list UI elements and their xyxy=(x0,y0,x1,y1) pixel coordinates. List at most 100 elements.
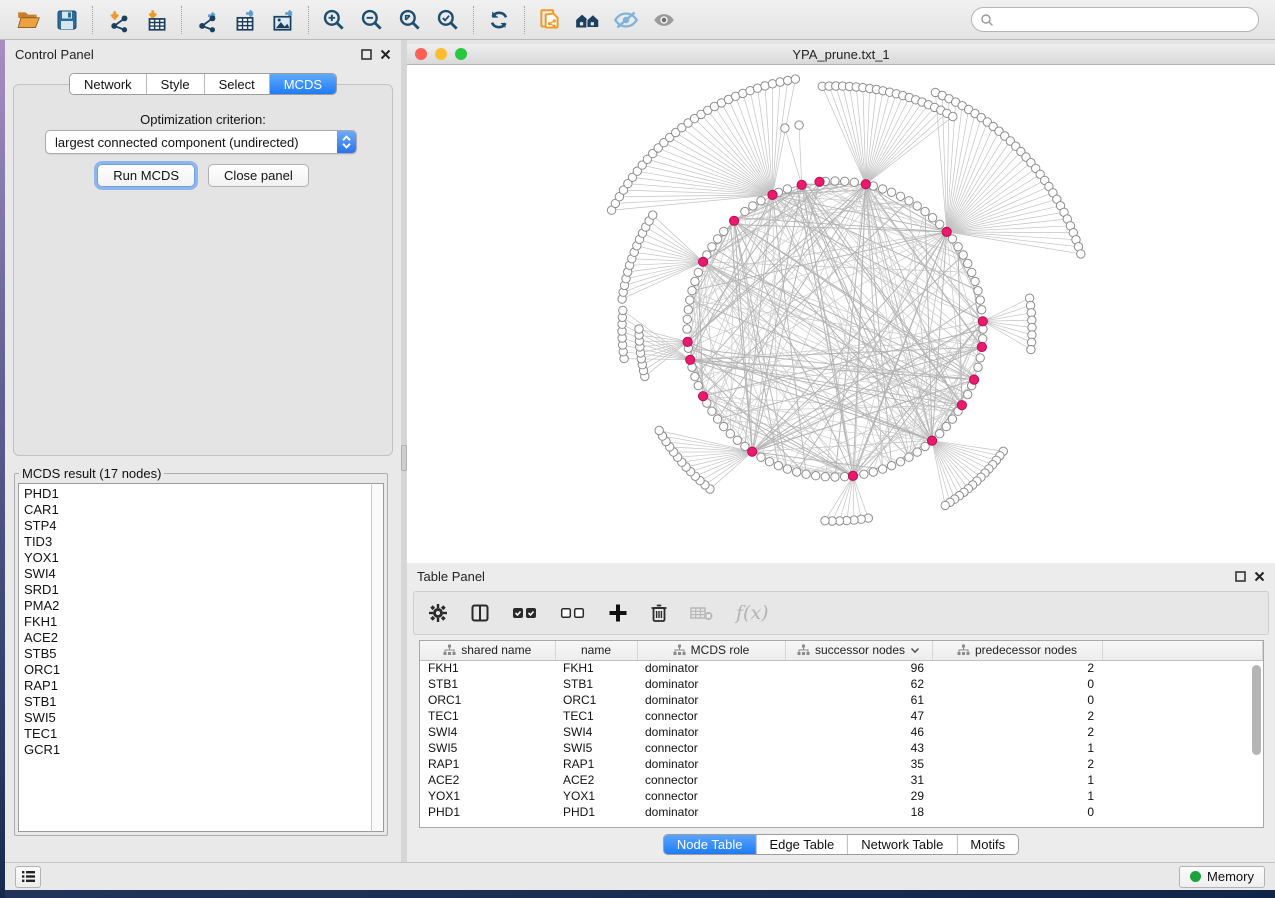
cell-name[interactable]: FKH1 xyxy=(555,660,637,676)
cell-mcds_role[interactable]: dominator xyxy=(637,660,785,676)
column-selector-icon[interactable] xyxy=(470,603,490,623)
tab-select[interactable]: Select xyxy=(205,74,270,94)
cell-mcds_role[interactable]: dominator xyxy=(637,804,785,820)
open-file-button[interactable] xyxy=(10,3,48,37)
result-node[interactable]: ORC1 xyxy=(24,662,371,678)
result-node[interactable]: GCR1 xyxy=(24,742,371,758)
tab-motifs[interactable]: Motifs xyxy=(957,835,1018,854)
cell-successor_nodes[interactable]: 35 xyxy=(785,756,932,772)
table-scrollbar-thumb[interactable] xyxy=(1252,665,1261,755)
cell-successor_nodes[interactable]: 18 xyxy=(785,804,932,820)
cell-mcds_role[interactable]: connector xyxy=(637,772,785,788)
result-node[interactable]: STP4 xyxy=(24,518,371,534)
cell-shared_name[interactable]: SWI4 xyxy=(420,724,555,740)
function-builder-icon[interactable]: f(x) xyxy=(736,602,769,624)
table-row[interactable]: FKH1FKH1dominator962 xyxy=(420,660,1263,676)
search-input[interactable] xyxy=(994,13,1250,27)
cell-shared_name[interactable]: SWI5 xyxy=(420,740,555,756)
memory-button[interactable]: Memory xyxy=(1179,866,1265,888)
cell-mcds_role[interactable]: dominator xyxy=(637,676,785,692)
search-field[interactable] xyxy=(971,7,1259,32)
cell-mcds_role[interactable]: dominator xyxy=(637,692,785,708)
cell-shared_name[interactable]: ACE2 xyxy=(420,772,555,788)
cell-name[interactable]: ACE2 xyxy=(555,772,637,788)
zoom-fit-button[interactable] xyxy=(391,3,429,37)
table-row[interactable]: SWI4SWI4dominator462 xyxy=(420,724,1263,740)
cell-shared_name[interactable]: TEC1 xyxy=(420,708,555,724)
cell-shared_name[interactable]: PHD1 xyxy=(420,804,555,820)
column-header-shared-name[interactable]: shared name xyxy=(420,641,555,660)
result-node[interactable]: RAP1 xyxy=(24,678,371,694)
import-table-button[interactable] xyxy=(137,3,175,37)
zoom-selected-button[interactable] xyxy=(429,3,467,37)
export-image-button[interactable] xyxy=(264,3,302,37)
cell-predecessor_nodes[interactable]: 1 xyxy=(932,740,1102,756)
cell-mcds_role[interactable]: connector xyxy=(637,708,785,724)
tab-node-table[interactable]: Node Table xyxy=(664,835,757,854)
cell-predecessor_nodes[interactable]: 2 xyxy=(932,708,1102,724)
tab-network[interactable]: Network xyxy=(70,74,147,94)
cell-successor_nodes[interactable]: 47 xyxy=(785,708,932,724)
export-table-button[interactable] xyxy=(226,3,264,37)
result-node[interactable]: PMA2 xyxy=(24,598,371,614)
cell-name[interactable]: PHD1 xyxy=(555,804,637,820)
add-column-icon[interactable] xyxy=(608,603,628,623)
table-row[interactable]: PHD1PHD1dominator180 xyxy=(420,804,1263,820)
table-row[interactable]: ORC1ORC1dominator610 xyxy=(420,692,1263,708)
table-settings-icon[interactable] xyxy=(428,603,448,623)
cell-predecessor_nodes[interactable]: 0 xyxy=(932,804,1102,820)
cell-predecessor_nodes[interactable]: 0 xyxy=(932,692,1102,708)
cell-shared_name[interactable]: YOX1 xyxy=(420,788,555,804)
cell-successor_nodes[interactable]: 46 xyxy=(785,724,932,740)
cell-predecessor_nodes[interactable]: 2 xyxy=(932,756,1102,772)
result-node[interactable]: FKH1 xyxy=(24,614,371,630)
import-network-button[interactable] xyxy=(99,3,137,37)
cell-name[interactable]: SWI4 xyxy=(555,724,637,740)
table-row[interactable]: ACE2ACE2connector311 xyxy=(420,772,1263,788)
cell-predecessor_nodes[interactable]: 1 xyxy=(932,772,1102,788)
network-from-selection-button[interactable] xyxy=(531,3,569,37)
result-node[interactable]: CAR1 xyxy=(24,502,371,518)
tab-network-table[interactable]: Network Table xyxy=(848,835,957,854)
show-all-button[interactable] xyxy=(645,3,683,37)
column-header-MCDS-role[interactable]: MCDS role xyxy=(637,641,785,660)
cell-successor_nodes[interactable]: 29 xyxy=(785,788,932,804)
result-node[interactable]: ACE2 xyxy=(24,630,371,646)
cell-name[interactable]: ORC1 xyxy=(555,692,637,708)
cell-shared_name[interactable]: RAP1 xyxy=(420,756,555,772)
cell-predecessor_nodes[interactable]: 0 xyxy=(932,676,1102,692)
export-network-button[interactable] xyxy=(188,3,226,37)
cell-name[interactable]: RAP1 xyxy=(555,756,637,772)
deselect-all-icon[interactable] xyxy=(560,604,586,622)
result-node[interactable]: STB1 xyxy=(24,694,371,710)
cell-shared_name[interactable]: STB1 xyxy=(420,676,555,692)
cell-successor_nodes[interactable]: 31 xyxy=(785,772,932,788)
result-node[interactable]: YOX1 xyxy=(24,550,371,566)
apply-layout-button[interactable] xyxy=(480,3,518,37)
network-graph[interactable] xyxy=(407,65,1275,563)
result-scrollbar[interactable] xyxy=(371,483,384,832)
delete-table-icon[interactable] xyxy=(690,604,714,622)
save-session-button[interactable] xyxy=(48,3,86,37)
zoom-in-button[interactable] xyxy=(315,3,353,37)
tab-edge-table[interactable]: Edge Table xyxy=(756,835,848,854)
table-row[interactable]: STB1STB1dominator620 xyxy=(420,676,1263,692)
close-panel-button[interactable]: Close panel xyxy=(208,164,309,187)
select-all-icon[interactable] xyxy=(512,604,538,622)
result-node[interactable]: SWI4 xyxy=(24,566,371,582)
hide-selected-button[interactable] xyxy=(607,3,645,37)
result-node[interactable]: SRD1 xyxy=(24,582,371,598)
run-mcds-button[interactable]: Run MCDS xyxy=(97,164,195,187)
network-canvas[interactable] xyxy=(407,65,1275,563)
table-row[interactable]: YOX1YOX1connector291 xyxy=(420,788,1263,804)
cell-successor_nodes[interactable]: 43 xyxy=(785,740,932,756)
column-header-name[interactable]: name xyxy=(555,641,637,660)
cell-successor_nodes[interactable]: 61 xyxy=(785,692,932,708)
delete-column-icon[interactable] xyxy=(650,603,668,623)
close-panel-icon[interactable] xyxy=(1254,571,1265,582)
column-header-predecessor-nodes[interactable]: predecessor nodes xyxy=(932,641,1102,660)
cell-mcds_role[interactable]: dominator xyxy=(637,756,785,772)
first-neighbors-button[interactable] xyxy=(569,3,607,37)
cell-name[interactable]: YOX1 xyxy=(555,788,637,804)
cell-name[interactable]: STB1 xyxy=(555,676,637,692)
